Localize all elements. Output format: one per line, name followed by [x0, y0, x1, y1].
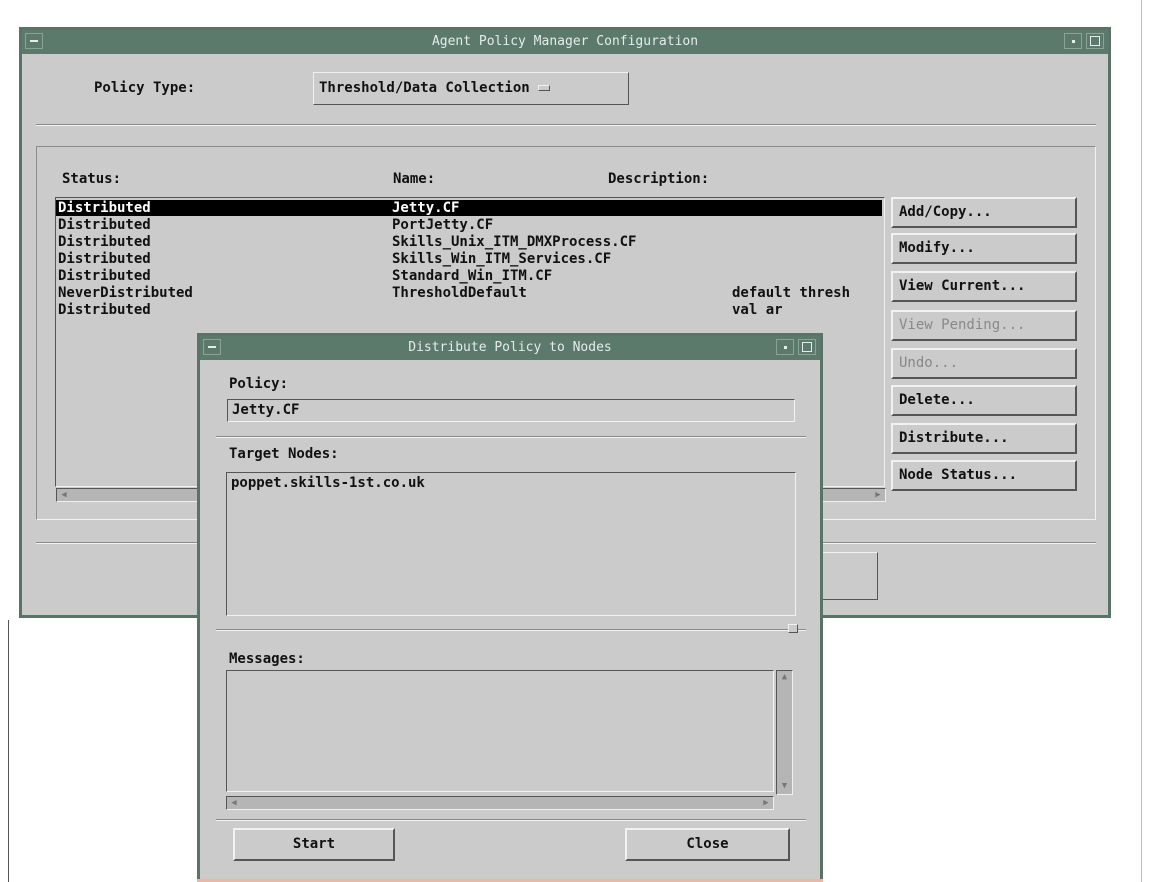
maximize-icon[interactable] [1086, 33, 1104, 49]
name-column-header: Name: [393, 171, 436, 187]
modify-button[interactable]: Modify... [891, 233, 1077, 264]
status-column-header: Status: [62, 171, 122, 187]
dialog-title: Distribute Policy to Nodes [408, 340, 612, 355]
scroll-right-icon[interactable]: ▶ [872, 490, 884, 500]
messages-label: Messages: [229, 651, 305, 667]
scroll-up-icon[interactable]: ▲ [779, 672, 790, 684]
window-menu-icon[interactable] [25, 33, 43, 49]
minimize-icon[interactable] [776, 339, 794, 355]
dialog-titlebar[interactable]: Distribute Policy to Nodes [200, 336, 820, 360]
messages-area[interactable] [226, 670, 774, 792]
policy-status: Distributed [58, 234, 151, 250]
maximize-icon[interactable] [798, 339, 816, 355]
policy-row[interactable]: Distributed Skills_Unix_ITM_DMXProcess.CF [56, 234, 882, 250]
policy-row[interactable]: Distributed Jetty.CF [56, 200, 882, 216]
scroll-left-icon[interactable]: ◀ [58, 490, 70, 500]
policy-name: PortJetty.CF [392, 217, 494, 233]
policy-status: NeverDistributed [58, 285, 193, 301]
separator [216, 819, 806, 821]
policy-type-value: Threshold/Data Collection [319, 80, 530, 96]
scroll-down-icon[interactable]: ▼ [779, 781, 790, 793]
view-current-button[interactable]: View Current... [891, 271, 1077, 302]
policy-row[interactable]: Distributed Standard_Win_ITM.CF [56, 268, 882, 284]
bottom-action-button[interactable] [822, 552, 878, 600]
option-menu-indicator-icon [537, 85, 550, 91]
policy-name: Jetty.CF [392, 200, 460, 216]
separator [216, 629, 806, 631]
policy-row[interactable]: NeverDistributed ThresholdDefault default … [56, 285, 882, 301]
policy-status: Distributed [58, 217, 151, 233]
pane-sash-handle[interactable] [788, 624, 798, 633]
separator [216, 436, 806, 438]
separator [36, 124, 1096, 126]
screen-edge-left [8, 620, 9, 882]
window-menu-icon[interactable] [203, 339, 221, 355]
target-nodes-label: Target Nodes: [229, 446, 339, 462]
view-pending-button[interactable]: View Pending... [891, 310, 1077, 341]
messages-hscrollbar[interactable]: ◀ ▶ [226, 796, 774, 810]
policy-name: ThresholdDefault [392, 285, 527, 301]
undo-button[interactable]: Undo... [891, 348, 1077, 379]
policy-status: Distributed [58, 302, 151, 318]
policy-description: default thresh [732, 285, 851, 301]
main-titlebar[interactable]: Agent Policy Manager Configuration [22, 30, 1108, 54]
policy-status: Distributed [58, 251, 151, 267]
policy-name: Standard_Win_ITM.CF [392, 268, 553, 284]
minimize-icon[interactable] [1064, 33, 1082, 49]
policy-row[interactable]: Distributed Skills_Win_ITM_Services.CF [56, 251, 882, 267]
policy-name: Skills_Unix_ITM_DMXProcess.CF [392, 234, 637, 250]
start-button[interactable]: Start [233, 828, 395, 861]
distribute-button[interactable]: Distribute... [891, 423, 1077, 454]
delete-button[interactable]: Delete... [891, 385, 1077, 416]
messages-vscrollbar[interactable]: ▲ ▼ [776, 670, 793, 795]
policy-label: Policy: [229, 376, 289, 392]
main-window-title: Agent Policy Manager Configuration [431, 34, 699, 49]
distribute-policy-dialog: Distribute Policy to Nodes Policy: Jetty… [197, 333, 823, 882]
add-copy-button[interactable]: Add/Copy... [891, 197, 1077, 228]
policy-row[interactable]: Distributed PortJetty.CF [56, 217, 882, 233]
policy-status: Distributed [58, 200, 151, 216]
policy-name: Skills_Win_ITM_Services.CF [392, 251, 612, 267]
policy-row[interactable]: Distributed val ar [56, 302, 882, 318]
policy-type-label: Policy Type: [94, 80, 196, 96]
policy-description: val ar [732, 302, 783, 318]
target-nodes-field[interactable]: poppet.skills-1st.co.uk [226, 472, 796, 616]
node-status-button[interactable]: Node Status... [891, 460, 1077, 491]
scroll-right-icon[interactable]: ▶ [760, 798, 772, 808]
policy-type-dropdown[interactable]: Threshold/Data Collection [313, 72, 629, 105]
scroll-left-icon[interactable]: ◀ [228, 798, 240, 808]
policy-status: Distributed [58, 268, 151, 284]
screen-edge [1141, 0, 1142, 882]
close-button[interactable]: Close [625, 828, 790, 861]
description-column-header: Description: [608, 171, 710, 187]
policy-field: Jetty.CF [227, 399, 795, 422]
